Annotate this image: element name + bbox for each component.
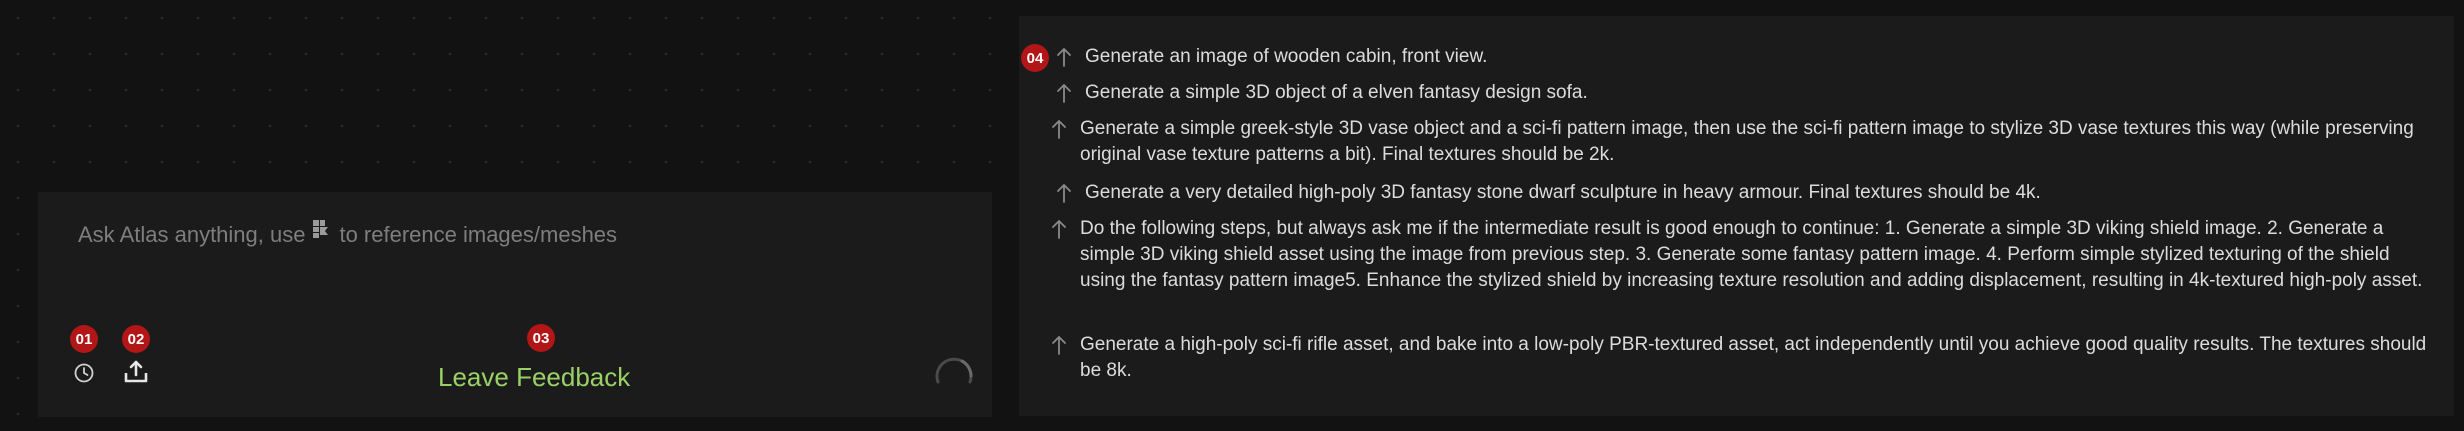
suggestion-text: Do the following steps, but always ask m… xyxy=(1080,218,2423,291)
loading-spinner xyxy=(930,352,978,405)
prompt-placeholder-start: Ask Atlas anything, use xyxy=(78,222,306,247)
suggestion-item[interactable]: Generate a very detailed high-poly 3D fa… xyxy=(1055,180,2435,209)
leave-feedback-link[interactable]: Leave Feedback xyxy=(438,362,630,393)
suggestion-item[interactable]: Generate an image of wooden cabin, front… xyxy=(1055,44,2435,73)
suggestion-item[interactable]: Do the following steps, but always ask m… xyxy=(1050,216,2440,294)
history-button[interactable] xyxy=(70,359,98,387)
annotation-badge-03: 03 xyxy=(527,324,555,352)
arrow-up-icon xyxy=(1050,118,1074,145)
suggestion-item[interactable]: Generate a simple 3D object of a elven f… xyxy=(1055,80,2435,109)
upload-icon xyxy=(124,360,148,383)
suggestion-text: Generate an image of wooden cabin, front… xyxy=(1085,46,1488,67)
arrow-up-icon xyxy=(1050,334,1074,361)
history-icon xyxy=(74,363,94,383)
chat-composer: Ask Atlas anything, use to reference imag… xyxy=(38,192,992,417)
arrow-up-icon xyxy=(1055,182,1079,209)
prompt-placeholder-end: to reference images/meshes xyxy=(339,222,618,247)
arrow-up-icon xyxy=(1055,82,1079,109)
prompt-input[interactable]: Ask Atlas anything, use to reference imag… xyxy=(78,220,618,250)
suggestion-item[interactable]: Generate a high-poly sci-fi rifle asset,… xyxy=(1050,332,2440,384)
suggestions-panel: 04 Generate an image of wooden cabin, fr… xyxy=(1019,16,2454,416)
suggestion-text: Generate a high-poly sci-fi rifle asset,… xyxy=(1080,334,2427,381)
upload-button[interactable] xyxy=(122,358,150,386)
arrow-up-icon xyxy=(1055,46,1079,73)
loading-spinner-icon xyxy=(935,357,973,384)
annotation-badge-04: 04 xyxy=(1021,44,1049,72)
suggestion-item[interactable]: Generate a simple greek-style 3D vase ob… xyxy=(1050,116,2440,168)
annotation-badge-02: 02 xyxy=(122,325,150,353)
suggestion-text: Generate a simple greek-style 3D vase ob… xyxy=(1080,118,2414,165)
image-reference-icon xyxy=(311,218,333,246)
annotation-badge-01: 01 xyxy=(70,325,98,353)
suggestion-text: Generate a simple 3D object of a elven f… xyxy=(1085,82,1588,103)
arrow-up-icon xyxy=(1050,218,1074,245)
suggestion-text: Generate a very detailed high-poly 3D fa… xyxy=(1085,182,2041,203)
